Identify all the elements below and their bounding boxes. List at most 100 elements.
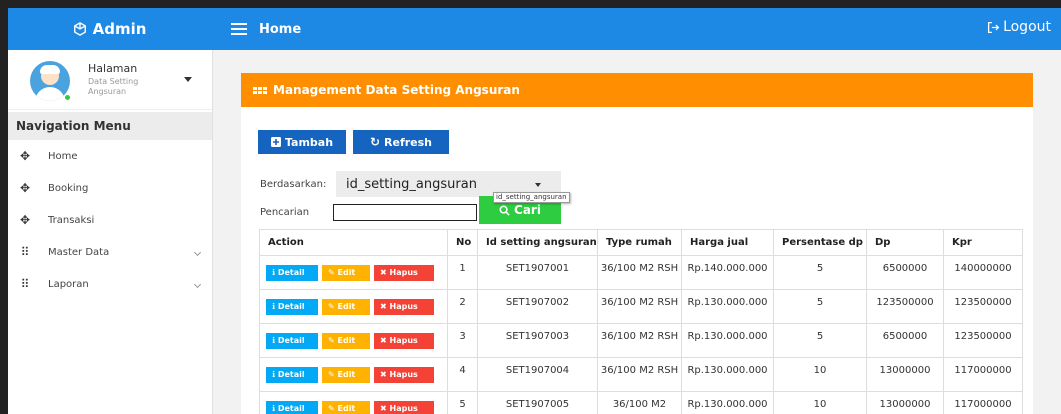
column-header: Action	[259, 229, 448, 256]
edit-icon: ✎	[328, 370, 338, 379]
table-row: ℹ Detail ✎ Edit ✖ Hapus 1 SET1907001 36/100 M…	[259, 255, 1023, 290]
detail-button[interactable]: ℹ Detail	[266, 367, 318, 383]
delete-button[interactable]: ✖ Hapus	[374, 367, 434, 383]
table-icon	[253, 86, 267, 94]
cell-dp: 6500000	[866, 255, 944, 290]
table-row: ℹ Detail ✎ Edit ✖ Hapus 2 SET1907002 36/100 M…	[259, 289, 1023, 324]
cell-id: SET1907005	[477, 391, 598, 414]
cell-kpr: 117000000	[943, 391, 1023, 414]
chevron-down-icon	[193, 248, 202, 257]
data-table: Action No Id setting angsuran Type rumah…	[259, 229, 1023, 414]
delete-button-label: Hapus	[389, 370, 418, 379]
sidebar-item-booking[interactable]: ✥ Booking	[8, 172, 212, 204]
filter-select-value: id_setting_angsuran	[346, 176, 477, 192]
sidebar: Halaman Data Setting Angsuran Navigation…	[8, 50, 213, 414]
page-title: Home	[259, 21, 302, 37]
table-header-row: Action No Id setting angsuran Type rumah…	[259, 229, 1023, 256]
cell-persen: 10	[773, 391, 867, 414]
edit-button[interactable]: ✎ Edit	[322, 265, 370, 281]
delete-button-label: Hapus	[389, 302, 418, 311]
delete-button[interactable]: ✖ Hapus	[374, 299, 434, 315]
logout-label: Logout	[1003, 19, 1051, 35]
user-panel: Halaman Data Setting Angsuran	[8, 50, 212, 110]
edit-button-label: Edit	[337, 336, 356, 345]
sidebar-item-label: Laporan	[48, 278, 89, 290]
user-subtitle: Data Setting Angsuran	[88, 77, 139, 96]
plus-square-icon	[270, 137, 281, 147]
column-header: Id setting angsuran	[477, 229, 598, 256]
refresh-button[interactable]: ↻ Refresh	[353, 130, 449, 154]
edit-button[interactable]: ✎ Edit	[322, 333, 370, 349]
cell-dp: 123500000	[866, 289, 944, 324]
delete-button-label: Hapus	[389, 268, 418, 277]
cell-kpr: 123500000	[943, 289, 1023, 324]
cell-id: SET1907004	[477, 357, 598, 392]
cell-dp: 13000000	[866, 357, 944, 392]
cell-harga: Rp.130.000.000	[681, 289, 774, 324]
cell-no: 1	[447, 255, 478, 290]
edit-button-label: Edit	[337, 370, 356, 379]
cell-kpr: 140000000	[943, 255, 1023, 290]
cell-type: 36/100 M2 RSH	[597, 289, 682, 324]
column-header: Dp	[866, 229, 944, 256]
caret-down-icon[interactable]	[184, 77, 192, 82]
edit-button[interactable]: ✎ Edit	[322, 299, 370, 315]
cell-type: 36/100 M2 RSH	[597, 323, 682, 358]
data-panel: Management Data Setting Angsuran Tambah …	[241, 73, 1033, 414]
delete-button[interactable]: ✖ Hapus	[374, 401, 434, 414]
edit-button[interactable]: ✎ Edit	[322, 401, 370, 414]
delete-button[interactable]: ✖ Hapus	[374, 265, 434, 281]
action-cell: ℹ Detail ✎ Edit ✖ Hapus	[259, 357, 448, 392]
logout-button[interactable]: Logout	[987, 19, 1051, 35]
menu-toggle-icon[interactable]	[231, 23, 247, 35]
cell-persen: 5	[773, 289, 867, 324]
cell-type: 36/100 M2 RSH	[597, 255, 682, 290]
edit-button-label: Edit	[337, 268, 356, 277]
caret-down-icon	[535, 183, 541, 187]
cell-no: 2	[447, 289, 478, 324]
sidebar-item-transaksi[interactable]: ✥ Transaksi	[8, 204, 212, 236]
sidebar-item-home[interactable]: ✥ Home	[8, 140, 212, 172]
sidebar-item-label: Booking	[48, 182, 89, 194]
column-header: Type rumah	[597, 229, 682, 256]
edit-button-label: Edit	[337, 302, 356, 311]
search-icon	[499, 205, 510, 216]
search-input[interactable]	[333, 204, 477, 221]
detail-button[interactable]: ℹ Detail	[266, 333, 318, 349]
sidebar-item-laporan[interactable]: ⠿ Laporan	[8, 268, 212, 300]
refresh-icon: ↻	[369, 135, 381, 149]
cell-harga: Rp.130.000.000	[681, 391, 774, 414]
sidebar-item-master-data[interactable]: ⠿ Master Data	[8, 236, 212, 268]
edit-icon: ✎	[328, 268, 338, 277]
action-cell: ℹ Detail ✎ Edit ✖ Hapus	[259, 289, 448, 324]
cell-harga: Rp.140.000.000	[681, 255, 774, 290]
cell-id: SET1907003	[477, 323, 598, 358]
cell-no: 4	[447, 357, 478, 392]
cell-kpr: 117000000	[943, 357, 1023, 392]
detail-button[interactable]: ℹ Detail	[266, 265, 318, 281]
move-icon: ✥	[19, 149, 31, 163]
cell-dp: 13000000	[866, 391, 944, 414]
cell-persen: 10	[773, 357, 867, 392]
action-cell: ℹ Detail ✎ Edit ✖ Hapus	[259, 255, 448, 290]
detail-button[interactable]: ℹ Detail	[266, 299, 318, 315]
sidebar-item-label: Home	[48, 150, 78, 162]
close-icon: ✖	[380, 404, 390, 413]
search-label: Pencarian	[260, 207, 310, 218]
delete-button[interactable]: ✖ Hapus	[374, 333, 434, 349]
action-cell: ℹ Detail ✎ Edit ✖ Hapus	[259, 323, 448, 358]
edit-icon: ✎	[328, 336, 338, 345]
move-icon: ✥	[19, 213, 31, 227]
cell-type: 36/100 M2	[597, 391, 682, 414]
edit-button[interactable]: ✎ Edit	[322, 367, 370, 383]
close-icon: ✖	[380, 302, 390, 311]
grid-icon: ⠿	[20, 245, 30, 259]
detail-button-label: Detail	[277, 370, 305, 379]
detail-button[interactable]: ℹ Detail	[266, 401, 318, 414]
column-header: Harga jual	[681, 229, 774, 256]
add-button[interactable]: Tambah	[258, 130, 346, 154]
close-icon: ✖	[380, 370, 390, 379]
grid-icon: ⠿	[20, 277, 30, 291]
brand[interactable]: Admin	[8, 8, 211, 50]
sidebar-item-label: Transaksi	[48, 214, 95, 226]
